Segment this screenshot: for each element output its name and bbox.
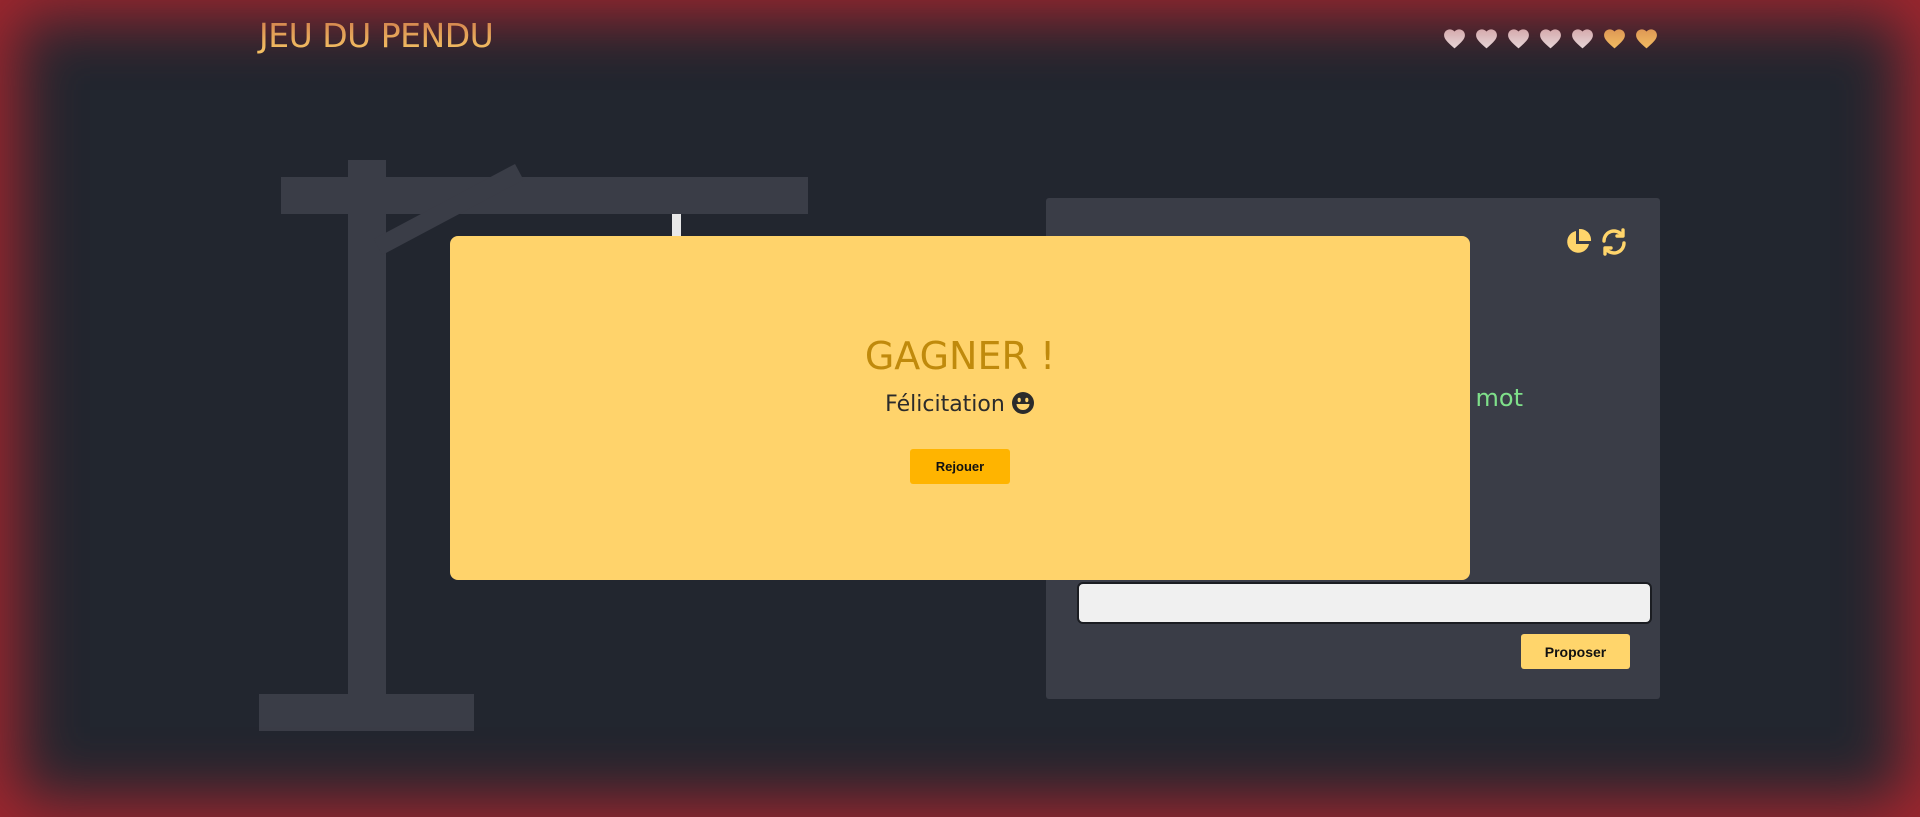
heart-icon	[1538, 26, 1563, 50]
heart-icon	[1570, 26, 1595, 50]
gallows-base	[259, 694, 474, 731]
grinning-face-icon	[1011, 391, 1035, 415]
win-modal: GAGNER ! Félicitation Rejouer	[450, 236, 1470, 580]
refresh-icon[interactable]	[1600, 228, 1628, 256]
guess-input[interactable]	[1077, 582, 1652, 624]
heart-icon	[1474, 26, 1499, 50]
heart-icon	[1602, 26, 1627, 50]
replay-button[interactable]: Rejouer	[910, 449, 1010, 484]
game-title: JEU DU PENDU	[259, 16, 494, 55]
heart-icon	[1634, 26, 1659, 50]
modal-subtitle: Félicitation	[450, 391, 1470, 417]
game-page: JEU DU PENDU e mot Proposer GAGNER ! Fél…	[0, 0, 1920, 817]
stats-pie-icon[interactable]	[1564, 228, 1592, 256]
panel-actions	[1564, 228, 1628, 256]
lives-indicator	[1442, 26, 1659, 50]
heart-icon	[1506, 26, 1531, 50]
propose-button[interactable]: Proposer	[1521, 634, 1630, 669]
modal-title: GAGNER !	[864, 334, 1056, 378]
modal-subtitle-text: Félicitation	[885, 392, 1005, 417]
heart-icon	[1442, 26, 1467, 50]
